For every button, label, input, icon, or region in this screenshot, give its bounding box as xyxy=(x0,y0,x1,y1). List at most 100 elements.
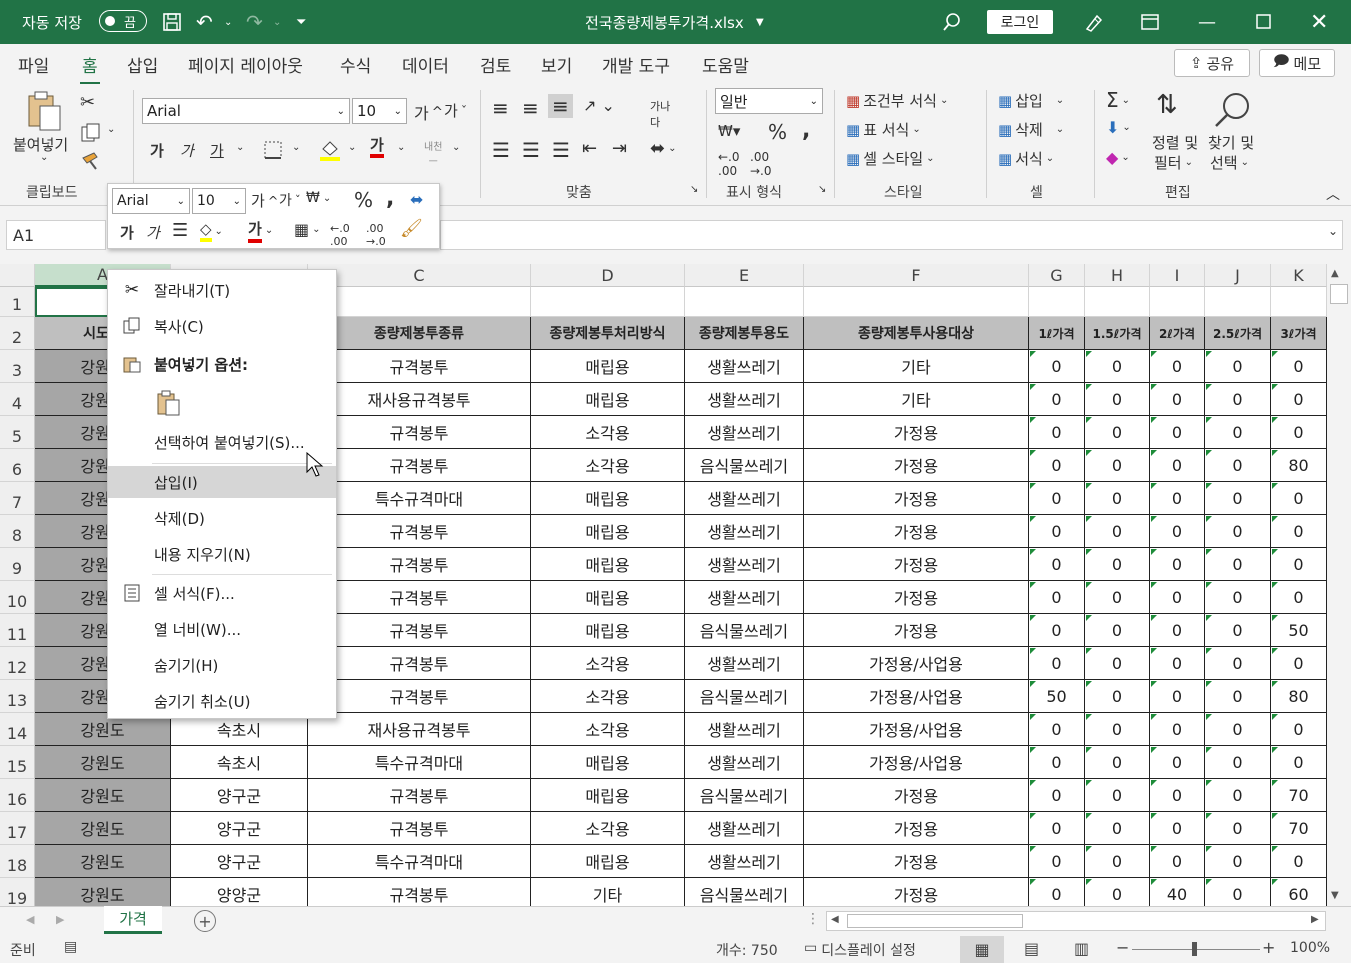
font-grow-icon[interactable]: 가 ^ xyxy=(414,100,443,124)
tab-insert[interactable]: 삽입 xyxy=(127,52,158,77)
data-cell[interactable]: 재사용규격봉투 xyxy=(308,713,531,746)
cell-styles-button[interactable]: ▦ 셀 스타일 ⌄ xyxy=(846,148,935,169)
data-cell[interactable]: 속초시 xyxy=(171,746,308,779)
data-cell[interactable]: 0 xyxy=(1029,746,1085,779)
data-cell[interactable]: 80 xyxy=(1271,449,1327,482)
data-cell[interactable]: 0 xyxy=(1150,350,1205,383)
data-cell[interactable]: 가정용/사업용 xyxy=(804,713,1029,746)
scroll-up-icon[interactable]: ▲ xyxy=(1331,268,1339,279)
row-header[interactable]: 18 xyxy=(0,845,35,878)
data-cell[interactable]: 가정용/사업용 xyxy=(804,746,1029,779)
data-cell[interactable]: 0 xyxy=(1150,746,1205,779)
data-cell[interactable]: 소각용 xyxy=(531,647,685,680)
grid-cell[interactable] xyxy=(804,287,1029,317)
column-header[interactable]: E xyxy=(685,264,804,287)
wrap-text-icon[interactable]: 가나 다 xyxy=(650,98,670,130)
data-cell[interactable]: 양구군 xyxy=(171,845,308,878)
menu-item-insert[interactable]: 삽입(I) xyxy=(108,466,336,498)
align-left-icon[interactable]: ☰ xyxy=(492,138,510,162)
data-cell[interactable]: 0 xyxy=(1271,515,1327,548)
align-right-icon[interactable]: ☰ xyxy=(552,138,570,162)
header-cell[interactable]: 2ℓ가격 xyxy=(1150,317,1205,350)
data-cell[interactable]: 60 xyxy=(1271,878,1327,906)
data-cell[interactable]: 생활쓰레기 xyxy=(685,515,804,548)
cut-icon[interactable]: ✂ xyxy=(80,92,95,113)
tab-help[interactable]: 도움말 xyxy=(702,52,749,77)
italic-icon[interactable]: 가 xyxy=(180,140,194,161)
data-cell[interactable]: 0 xyxy=(1085,416,1150,449)
search-icon[interactable] xyxy=(942,12,962,32)
data-cell[interactable]: 기타 xyxy=(804,383,1029,416)
data-cell[interactable]: 0 xyxy=(1150,383,1205,416)
data-cell[interactable]: 양구군 xyxy=(171,779,308,812)
borders-dropdown-icon[interactable]: ⌄ xyxy=(292,142,300,153)
sort-filter-label-2[interactable]: 필터 ⌄ xyxy=(1154,152,1193,173)
page-break-view-icon[interactable]: ▥ xyxy=(1074,939,1089,958)
phonetic-dropdown-icon[interactable]: ⌄ xyxy=(452,142,460,153)
menu-item-delete[interactable]: 삭제(D) xyxy=(108,502,336,534)
decrease-decimal-icon[interactable]: .00 →.0 xyxy=(750,150,772,178)
maximize-icon[interactable] xyxy=(1256,14,1272,30)
column-header[interactable]: I xyxy=(1150,264,1205,287)
data-cell[interactable]: 강원도 xyxy=(35,845,171,878)
sheet-scroll-left-icon[interactable]: ◀ xyxy=(26,913,34,926)
data-cell[interactable]: 생활쓰레기 xyxy=(685,812,804,845)
expand-formula-bar-icon[interactable]: ⌄ xyxy=(1328,224,1338,238)
data-cell[interactable]: 0 xyxy=(1271,845,1327,878)
underline-icon[interactable]: 가 xyxy=(210,140,224,161)
data-cell[interactable]: 0 xyxy=(1085,680,1150,713)
data-cell[interactable]: 매립용 xyxy=(531,482,685,515)
mini-font-name[interactable]: Arial ⌄ xyxy=(112,188,190,214)
data-cell[interactable]: 생활쓰레기 xyxy=(685,416,804,449)
mini-increase-decimal-icon[interactable]: ←.0.00 xyxy=(330,222,350,248)
horizontal-scroll-thumb[interactable] xyxy=(847,914,1023,928)
data-cell[interactable]: 생활쓰레기 xyxy=(685,482,804,515)
minimize-icon[interactable]: — xyxy=(1198,0,1216,44)
header-cell[interactable]: 2.5ℓ가격 xyxy=(1205,317,1271,350)
tab-home[interactable]: 홈 xyxy=(80,52,100,85)
percent-icon[interactable]: % xyxy=(768,120,787,144)
data-cell[interactable]: 0 xyxy=(1150,581,1205,614)
orientation-icon[interactable]: ↗ ⌄ xyxy=(583,96,615,115)
data-cell[interactable]: 매립용 xyxy=(531,581,685,614)
row-header[interactable]: 1 xyxy=(0,287,35,317)
data-cell[interactable]: 0 xyxy=(1150,812,1205,845)
mini-accounting-icon[interactable]: ₩ ⌄ xyxy=(306,190,331,206)
save-icon[interactable] xyxy=(162,12,182,32)
ribbon-display-icon[interactable] xyxy=(1140,12,1160,32)
data-cell[interactable]: 음식물쓰레기 xyxy=(685,680,804,713)
data-cell[interactable]: 0 xyxy=(1150,449,1205,482)
data-cell[interactable]: 0 xyxy=(1271,548,1327,581)
data-cell[interactable]: 가정용 xyxy=(804,449,1029,482)
data-cell[interactable]: 매립용 xyxy=(531,515,685,548)
data-cell[interactable]: 0 xyxy=(1205,482,1271,515)
conditional-formatting-button[interactable]: ▦ 조건부 서식 ⌄ xyxy=(846,90,948,111)
column-header[interactable]: G xyxy=(1029,264,1085,287)
header-cell[interactable]: 1ℓ가격 xyxy=(1029,317,1085,350)
data-cell[interactable]: 재사용규격봉투 xyxy=(308,383,531,416)
data-cell[interactable]: 0 xyxy=(1029,614,1085,647)
autosave-toggle[interactable]: 끔 xyxy=(99,10,147,32)
data-cell[interactable]: 음식물쓰레기 xyxy=(685,779,804,812)
fill-color-dropdown-icon[interactable]: ⌄ xyxy=(348,142,356,153)
data-cell[interactable]: 생활쓰레기 xyxy=(685,713,804,746)
menu-item-unhide[interactable]: 숨기기 취소(U) xyxy=(108,685,336,717)
share-button[interactable]: ⇪ 공유 xyxy=(1174,49,1250,77)
mini-borders-icon[interactable]: ▦ ⌄ xyxy=(294,220,321,239)
mini-bold-icon[interactable]: 가 xyxy=(120,222,134,243)
filename-dropdown-icon[interactable]: ▼ xyxy=(756,0,764,44)
close-icon[interactable]: ✕ xyxy=(1310,0,1328,44)
data-cell[interactable]: 매립용 xyxy=(531,548,685,581)
data-cell[interactable]: 0 xyxy=(1150,845,1205,878)
data-cell[interactable]: 0 xyxy=(1150,548,1205,581)
data-cell[interactable]: 매립용 xyxy=(531,350,685,383)
sheet-tab-price[interactable]: 가격 xyxy=(104,906,162,934)
menu-item-hide[interactable]: 숨기기(H) xyxy=(108,649,336,681)
data-cell[interactable]: 가정용 xyxy=(804,779,1029,812)
data-cell[interactable]: 특수규격마대 xyxy=(308,845,531,878)
data-cell[interactable]: 0 xyxy=(1150,482,1205,515)
add-sheet-icon[interactable]: + xyxy=(194,910,216,932)
data-cell[interactable]: 소각용 xyxy=(531,713,685,746)
data-cell[interactable]: 0 xyxy=(1085,614,1150,647)
data-cell[interactable]: 0 xyxy=(1029,416,1085,449)
